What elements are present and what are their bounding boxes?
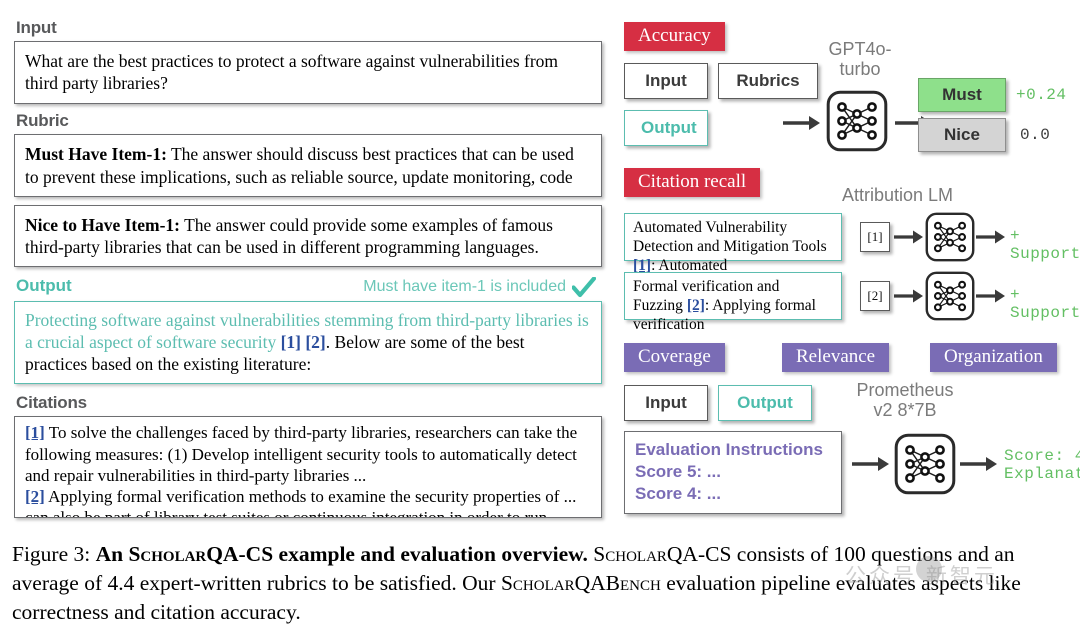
accuracy-input-box[interactable]: Input	[624, 63, 708, 99]
citation-ref-2[interactable]: [2]	[25, 487, 45, 506]
citation-snippet-box-1: Automated Vulnerability Detection and Mi…	[624, 213, 842, 274]
output-citation-ref-2[interactable]: [2]	[305, 332, 325, 352]
rubric-heading: Rubric	[16, 111, 69, 131]
caption-bold-lead: An	[95, 542, 129, 566]
arrow-right-icon	[976, 289, 1005, 303]
evaluation-overview-panel: Accuracy Input Rubrics Output GPT4o- tur…	[620, 18, 1080, 523]
arrow-right-icon	[852, 457, 889, 471]
prometheus-model-line-2: v2 8*7B	[873, 399, 937, 420]
neural-network-icon	[925, 271, 975, 321]
input-text: What are the best practices to protect a…	[25, 51, 559, 94]
citation-verdict-1: + Supported	[1010, 227, 1080, 263]
accuracy-result-nice: Nice	[918, 118, 1006, 152]
arrow-right-icon	[960, 457, 997, 471]
output-header-row: Output Must have item-1 is included	[16, 276, 596, 298]
quality-input-box[interactable]: Input	[624, 385, 708, 421]
accuracy-model-label: GPT4o- turbo	[810, 39, 910, 80]
citation-recall-tag: Citation recall	[624, 168, 761, 197]
output-check-label: Must have item-1 is included	[363, 278, 566, 296]
citation-snippet-1-pre: Automated Vulnerability Detection and Mi…	[633, 219, 827, 255]
evaluation-instructions-title: Evaluation Instructions	[635, 440, 823, 459]
caption-figure-label: Figure 3:	[12, 542, 96, 566]
citation-entry: [1] To solve the challenges faced by thi…	[25, 422, 591, 485]
citation-body-1: To solve the challenges faced by third-p…	[25, 423, 578, 485]
evaluation-instructions-line-1: Score 5: ...	[635, 462, 721, 482]
rubric-must-text: Must Have Item-1: The answer should disc…	[25, 143, 591, 187]
caption-bold-rest: example and evaluation overview.	[273, 542, 588, 566]
output-citation-ref-1[interactable]: [1]	[281, 332, 301, 352]
quality-section: Coverage Relevance Organization Input Ou…	[620, 343, 1080, 518]
neural-network-icon	[894, 433, 956, 495]
rubric-must-label: Must Have Item-1:	[25, 144, 167, 165]
caption-bold-smallcaps: ScholarQA-CS	[128, 542, 274, 566]
accuracy-output-box[interactable]: Output	[624, 110, 708, 146]
checkmark-icon	[572, 276, 596, 297]
input-box: What are the best practices to protect a…	[14, 41, 602, 105]
coverage-tag: Coverage	[624, 343, 725, 372]
output-heading: Output	[16, 276, 72, 296]
output-text: Protecting software against vulnerabilit…	[25, 309, 591, 376]
accuracy-model-line-1: GPT4o-	[828, 39, 892, 59]
arrow-right-icon	[976, 230, 1005, 244]
accuracy-score-nice: 0.0	[1020, 126, 1051, 144]
evaluation-instructions-line-2: Score 4: ...	[635, 484, 721, 504]
arrow-right-icon	[783, 116, 820, 130]
input-heading: Input	[16, 18, 57, 37]
accuracy-score-must: +0.24	[1016, 86, 1067, 104]
accuracy-section: Accuracy Input Rubrics Output GPT4o- tur…	[620, 18, 1080, 168]
prometheus-model-line-1: Prometheus	[856, 380, 954, 400]
neural-network-icon	[925, 212, 975, 262]
arrow-right-icon	[894, 230, 923, 244]
example-panel: Input What are the best practices to pro…	[14, 18, 606, 519]
organization-tag: Organization	[930, 343, 1057, 372]
output-check-note: Must have item-1 is included	[363, 276, 596, 298]
rubric-nice-text: Nice to Have Item-1: The answer could pr…	[25, 214, 591, 258]
prometheus-model-label: Prometheus v2 8*7B	[830, 380, 980, 421]
citation-recall-section: Citation recall Attribution LM Automated…	[620, 168, 1080, 343]
citation-snippet-box-2: Formal verification and Fuzzing [2]: App…	[624, 272, 842, 333]
caption-smallcaps-1: ScholarQA-CS	[587, 542, 732, 566]
citation-index-box-2: [2]	[860, 281, 890, 311]
citation-ref-1[interactable]: [1]	[25, 423, 45, 442]
citation-entry: [2] Applying formal verification methods…	[25, 486, 591, 519]
citation-verdict-2: + Supported	[1010, 286, 1080, 322]
watermark-badge-icon	[916, 556, 942, 582]
accuracy-tag: Accuracy	[624, 22, 725, 51]
quality-result-output: Score: 4 Explanation:	[1004, 447, 1080, 483]
citations-box: [1] To solve the challenges faced by thi…	[14, 416, 602, 519]
quality-explanation-line: Explanation:	[1004, 465, 1080, 483]
quality-output-box[interactable]: Output	[718, 385, 812, 421]
arrow-right-icon	[894, 289, 923, 303]
output-box: Protecting software against vulnerabilit…	[14, 300, 602, 385]
rubric-must-box: Must Have Item-1: The answer should disc…	[14, 134, 602, 197]
citation-body-2: Applying formal verification methods to …	[25, 486, 577, 519]
rubric-nice-box: Nice to Have Item-1: The answer could pr…	[14, 204, 602, 268]
evaluation-instructions-box: Evaluation Instructions Score 5: ... Sco…	[624, 431, 842, 515]
rubric-nice-label: Nice to Have Item-1:	[25, 214, 181, 235]
relevance-tag: Relevance	[782, 343, 890, 372]
quality-score-line: Score: 4	[1004, 447, 1080, 465]
citation-index-box-1: [1]	[860, 222, 890, 252]
citation-snippet-2-ref[interactable]: [2]	[687, 297, 705, 314]
accuracy-model-line-2: turbo	[839, 58, 881, 79]
attribution-model-label: Attribution LM	[842, 185, 954, 205]
figure-caption: Figure 3: An ScholarQA-CS example and ev…	[12, 540, 1080, 626]
accuracy-rubrics-box[interactable]: Rubrics	[718, 63, 818, 99]
caption-smallcaps-2: ScholarQABench	[500, 570, 661, 595]
citations-heading: Citations	[16, 393, 87, 413]
accuracy-result-must: Must	[918, 78, 1006, 112]
neural-network-icon	[826, 90, 888, 152]
